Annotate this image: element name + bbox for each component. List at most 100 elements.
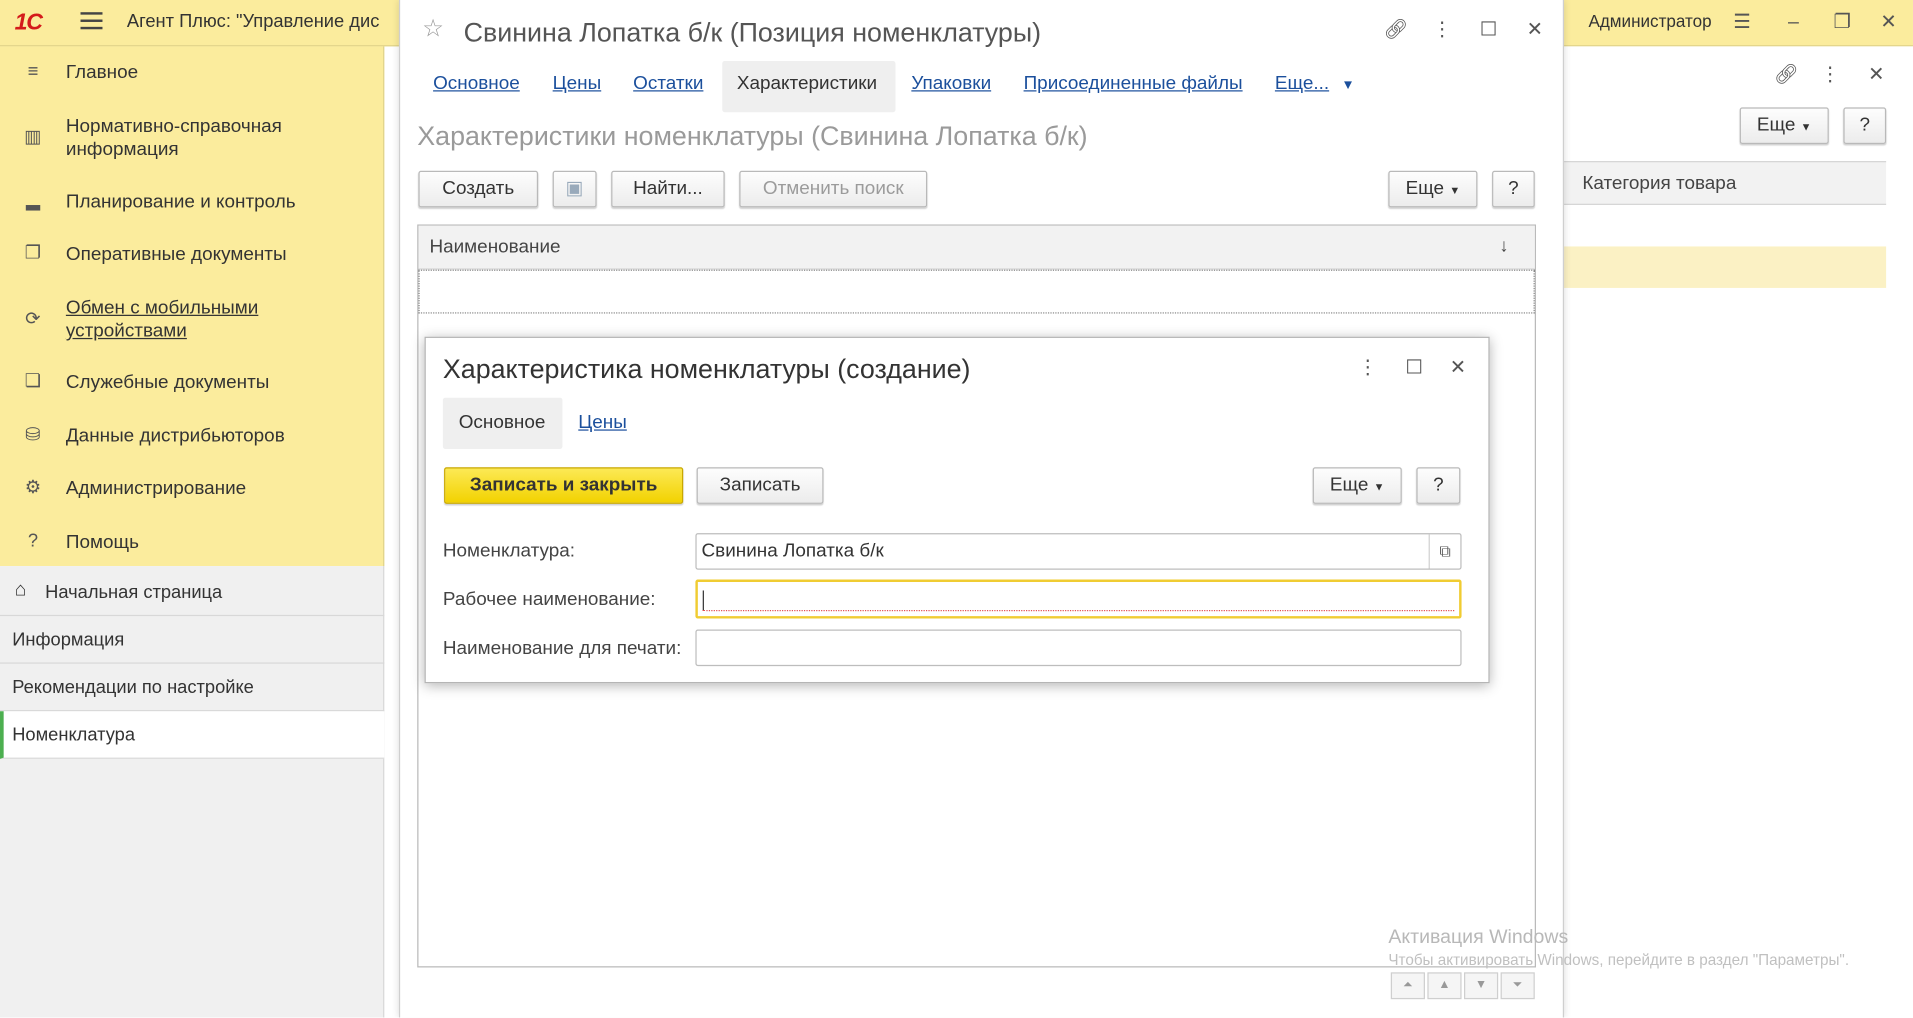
create-button[interactable]: Создать <box>418 170 539 208</box>
close-icon[interactable]: ✕ <box>1523 18 1547 42</box>
link-icon[interactable]: 🔗︎ <box>1383 18 1408 42</box>
background-window: 🔗︎ ⋮ ✕ Еще ▼ ? Категория товара ⏶ ▲ ▼ ⏷ <box>1564 46 1913 1018</box>
activation-watermark-text: Чтобы активировать Windows, перейдите в … <box>1388 951 1850 969</box>
open-page-recommendations[interactable]: Рекомендации по настройке <box>0 664 385 712</box>
print-name-input[interactable] <box>695 629 1462 667</box>
sidebar-item-reference[interactable]: ▥ Нормативно-справочная информация <box>0 112 384 166</box>
catalog-icon: ▥ <box>24 126 42 148</box>
open-page-nomenclature[interactable]: Номенклатура <box>0 711 385 759</box>
more-vertical-icon[interactable]: ⋮ <box>1432 18 1452 42</box>
nomenclature-field[interactable]: Свинина Лопатка б/к ⧉ <box>695 533 1462 570</box>
working-name-input[interactable] <box>695 579 1462 619</box>
more-vertical-icon[interactable]: ⋮ <box>1358 356 1378 380</box>
service-docs-icon: ❏ <box>24 370 42 392</box>
tab-label: Основное <box>458 412 546 434</box>
user-name[interactable]: Администратор <box>1588 11 1711 31</box>
open-page-label: Номенклатура <box>12 724 136 746</box>
open-pages-panel: ⌂ Начальная страница Информация Рекоменд… <box>0 566 385 1018</box>
list-icon: ≡ <box>27 61 39 82</box>
section-title: Характеристики номенклатуры (Свинина Лоп… <box>417 120 1088 152</box>
sort-arrow-icon[interactable]: ↓ <box>1499 235 1508 256</box>
help-button[interactable]: ? <box>1416 467 1461 504</box>
table-row[interactable] <box>1564 246 1887 288</box>
open-icon[interactable]: ⧉ <box>1428 534 1461 569</box>
tab-prices[interactable]: Цены <box>553 73 602 95</box>
more-vertical-icon[interactable]: ⋮ <box>1820 63 1840 87</box>
sidebar-item-distributors[interactable]: ⛁ Данные дистрибьюторов <box>0 422 384 451</box>
sidebar-item-label: Оперативные документы <box>65 244 287 265</box>
window-title: Свинина Лопатка б/к (Позиция номенклатур… <box>463 17 1042 48</box>
open-page-home[interactable]: ⌂ Начальная страница <box>0 569 385 617</box>
settings-menu-icon[interactable]: ☰ <box>1730 11 1754 35</box>
minimize-icon[interactable]: – <box>1781 11 1805 35</box>
more-button[interactable]: Еще ▼ <box>1739 107 1829 144</box>
tab-attached-files[interactable]: Присоединенные файлы <box>1024 73 1243 95</box>
maximize-icon[interactable]: ☐ <box>1402 356 1426 380</box>
help-button[interactable]: ? <box>1843 107 1887 144</box>
save-button[interactable]: Записать <box>696 467 824 504</box>
close-icon[interactable]: ✕ <box>1446 356 1470 380</box>
menu-icon[interactable] <box>80 12 103 30</box>
nomenclature-label: Номенклатура: <box>442 540 576 562</box>
nomenclature-value: Свинина Лопатка б/к <box>701 540 884 562</box>
distributors-icon: ⛁ <box>25 424 41 446</box>
sidebar-item-label: Обмен с мобильными устройствами <box>65 297 259 342</box>
maximize-icon[interactable]: ☐ <box>1476 18 1500 42</box>
star-icon[interactable]: ☆ <box>420 17 447 44</box>
sidebar-item-label: Администрирование <box>65 478 247 499</box>
tab-characteristics[interactable]: Характеристики <box>737 73 877 95</box>
tab-more[interactable]: Еще... ▼ <box>1275 73 1355 95</box>
copy-icon[interactable]: ▣ <box>552 170 597 208</box>
required-underline <box>702 610 1455 612</box>
documents-icon: ❐ <box>24 242 42 264</box>
close-app-icon[interactable]: ✕ <box>1876 11 1900 35</box>
sidebar-item-administration[interactable]: ⚙ Администрирование <box>0 475 384 504</box>
sections-panel: ≡ Главное ▥ Нормативно-справочная информ… <box>0 46 385 567</box>
find-button[interactable]: Найти... <box>611 170 725 208</box>
sidebar-item-main[interactable]: ≡ Главное <box>0 59 384 88</box>
sidebar-item-documents[interactable]: ❐ Оперативные документы <box>0 240 384 269</box>
scroll-top-icon[interactable]: ⏶ <box>1390 972 1425 1000</box>
tab-stock[interactable]: Остатки <box>633 73 703 95</box>
scroll-down-icon[interactable]: ▼ <box>1464 972 1499 1000</box>
sidebar-item-label: Нормативно-справочная информация <box>65 115 282 160</box>
sidebar-item-planning[interactable]: ▂ Планирование и контроль <box>0 188 384 217</box>
tab-main[interactable]: Основное <box>442 397 563 449</box>
save-and-close-button[interactable]: Записать и закрыть <box>444 467 684 504</box>
column-header-label: Наименование <box>429 236 561 258</box>
column-header-name[interactable]: Наименование ↓ <box>418 225 1535 270</box>
restore-icon[interactable]: ❐ <box>1830 11 1854 35</box>
sync-icon: ⟳ <box>25 308 41 330</box>
more-button[interactable]: Еще ▼ <box>1312 467 1402 504</box>
help-icon: ? <box>27 530 39 552</box>
working-name-label: Рабочее наименование: <box>442 589 656 610</box>
open-page-label: Рекомендации по настройке <box>12 677 254 698</box>
sidebar-item-service-docs[interactable]: ❏ Служебные документы <box>0 368 384 397</box>
sidebar-item-mobile-exchange[interactable]: ⟳ Обмен с мобильными устройствами <box>0 294 384 348</box>
chart-icon: ▂ <box>25 190 40 212</box>
cancel-search-button[interactable]: Отменить поиск <box>739 170 928 208</box>
column-header-label: Категория товара <box>1582 173 1737 194</box>
tab-packages[interactable]: Упаковки <box>911 73 991 95</box>
open-page-label: Информация <box>12 629 125 651</box>
help-button[interactable]: ? <box>1492 170 1535 208</box>
column-header[interactable]: Категория товара <box>1564 161 1887 205</box>
link-icon[interactable]: 🔗︎ <box>1774 63 1799 87</box>
app-title: Агент Плюс: "Управление дис <box>126 10 380 32</box>
sidebar-item-label: Помощь <box>65 531 139 553</box>
scroll-up-icon[interactable]: ▲ <box>1427 972 1462 1000</box>
open-page-info[interactable]: Информация <box>0 616 385 664</box>
characteristic-create-dialog: Характеристика номенклатуры (создание) ⋮… <box>424 336 1490 684</box>
sidebar-item-help[interactable]: ? Помощь <box>0 528 384 557</box>
gear-icon: ⚙ <box>24 477 42 498</box>
scroll-bottom-icon[interactable]: ⏷ <box>1500 972 1535 1000</box>
tab-prices[interactable]: Цены <box>578 412 627 434</box>
table-row[interactable] <box>418 269 1535 314</box>
dialog-title: Характеристика номенклатуры (создание) <box>442 353 971 385</box>
close-icon[interactable]: ✕ <box>1864 63 1888 87</box>
sidebar-item-label: Главное <box>65 62 139 83</box>
tab-main[interactable]: Основное <box>433 73 520 95</box>
more-button[interactable]: Еще ▼ <box>1388 170 1478 208</box>
sidebar-item-label: Данные дистрибьюторов <box>65 425 285 447</box>
sidebar-item-label: Служебные документы <box>65 372 270 393</box>
